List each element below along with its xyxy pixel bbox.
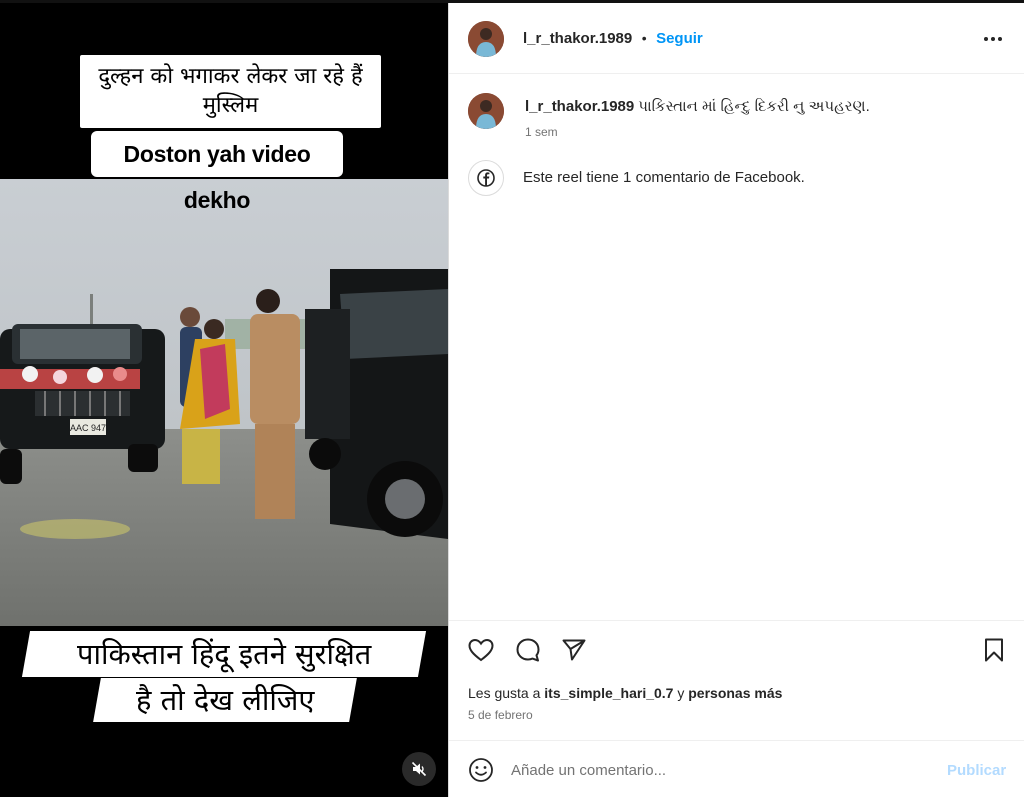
- facebook-icon-circle: [468, 160, 504, 196]
- video-caption-bottom-line2-text: है तो देख लीजिए: [135, 683, 315, 717]
- likes-mid: y: [673, 685, 689, 701]
- paper-plane-icon: [562, 639, 586, 661]
- post-date[interactable]: 5 de febrero: [468, 708, 533, 722]
- video-caption-top-line2: मुस्लिम: [202, 93, 259, 118]
- video-caption-top-line1: दुल्हन को भगाकर लेकर जा रहे हैं: [98, 64, 363, 89]
- post-actions-bar: [449, 620, 1024, 680]
- liker-username-link[interactable]: its_simple_hari_0.7: [544, 685, 673, 701]
- follow-button[interactable]: Seguir: [656, 30, 703, 47]
- more-horizontal-icon: [984, 37, 1002, 41]
- post-details-panel: l_r_thakor.1989 • Seguir l_r_thakor.1989…: [448, 3, 1024, 797]
- likes-prefix: Les gusta a: [468, 685, 545, 701]
- post-header: l_r_thakor.1989 • Seguir: [449, 3, 1024, 74]
- video-caption-top: दुल्हन को भगाकर लेकर जा रहे हैं मुस्लिम: [80, 55, 381, 128]
- author-username-link[interactable]: l_r_thakor.1989: [523, 30, 632, 47]
- reel-video[interactable]: AAC 947 दुल्हन को भगाकर लेकर जा रहे हैं …: [0, 3, 448, 797]
- video-caption-bottom-line2: है तो देख लीजिए: [93, 678, 357, 722]
- mute-toggle-button[interactable]: [402, 752, 436, 786]
- video-frame: AAC 947: [0, 179, 448, 626]
- header-user-line: l_r_thakor.1989 • Seguir: [523, 30, 703, 48]
- facebook-note-text: Este reel tiene 1 comentario de Facebook…: [523, 169, 805, 186]
- facebook-icon: [477, 169, 495, 187]
- likes-summary: Les gusta a its_simple_hari_0.7 y person…: [468, 685, 782, 701]
- video-caption-english: Doston yah video dekho: [91, 131, 343, 213]
- share-button[interactable]: [559, 635, 589, 665]
- save-button[interactable]: [979, 635, 1009, 665]
- caption-avatar[interactable]: [468, 93, 504, 129]
- video-scene-image: AAC 947: [0, 179, 448, 626]
- like-button[interactable]: [466, 635, 496, 665]
- comment-composer: Publicar: [449, 740, 1024, 797]
- facebook-comment-note: Este reel tiene 1 comentario de Facebook…: [468, 160, 1008, 196]
- bookmark-icon: [985, 638, 1003, 662]
- comment-input[interactable]: [511, 757, 911, 783]
- video-caption-bottom-line1: पाकिस्तान हिंदू इतने सुरक्षित: [21, 631, 427, 677]
- speaker-muted-icon: [411, 761, 427, 777]
- video-caption-bottom-line1-text: पाकिस्तान हिंदू इतने सुरक्षित: [76, 637, 372, 671]
- comment-button[interactable]: [513, 635, 543, 665]
- caption-text: l_r_thakor.1989 પાકિસ્તાન માં હિન્દુ દિકર…: [525, 97, 1005, 117]
- post-dialog: AAC 947 दुल्हन को भगाकर लेकर जा रहे हैं …: [0, 0, 1024, 797]
- more-options-button[interactable]: [979, 25, 1007, 53]
- avatar-image: [468, 21, 504, 57]
- caption-timestamp[interactable]: 1 sem: [525, 125, 558, 139]
- comment-icon: [516, 638, 540, 662]
- likes-others-link[interactable]: personas más: [688, 685, 782, 701]
- caption-username-link[interactable]: l_r_thakor.1989: [525, 98, 634, 115]
- caption-body: પાકિસ્તાન માં હિન્દુ દિકરી નુ અપહરણ.: [638, 98, 870, 115]
- emoji-button[interactable]: [468, 757, 494, 783]
- author-avatar[interactable]: [468, 21, 504, 57]
- publish-button[interactable]: Publicar: [947, 762, 1006, 779]
- separator-dot: •: [641, 30, 647, 46]
- number-plate-text: AAC 947: [70, 423, 106, 433]
- avatar-image: [468, 93, 504, 129]
- emoji-icon: [469, 758, 493, 782]
- heart-icon: [468, 638, 494, 662]
